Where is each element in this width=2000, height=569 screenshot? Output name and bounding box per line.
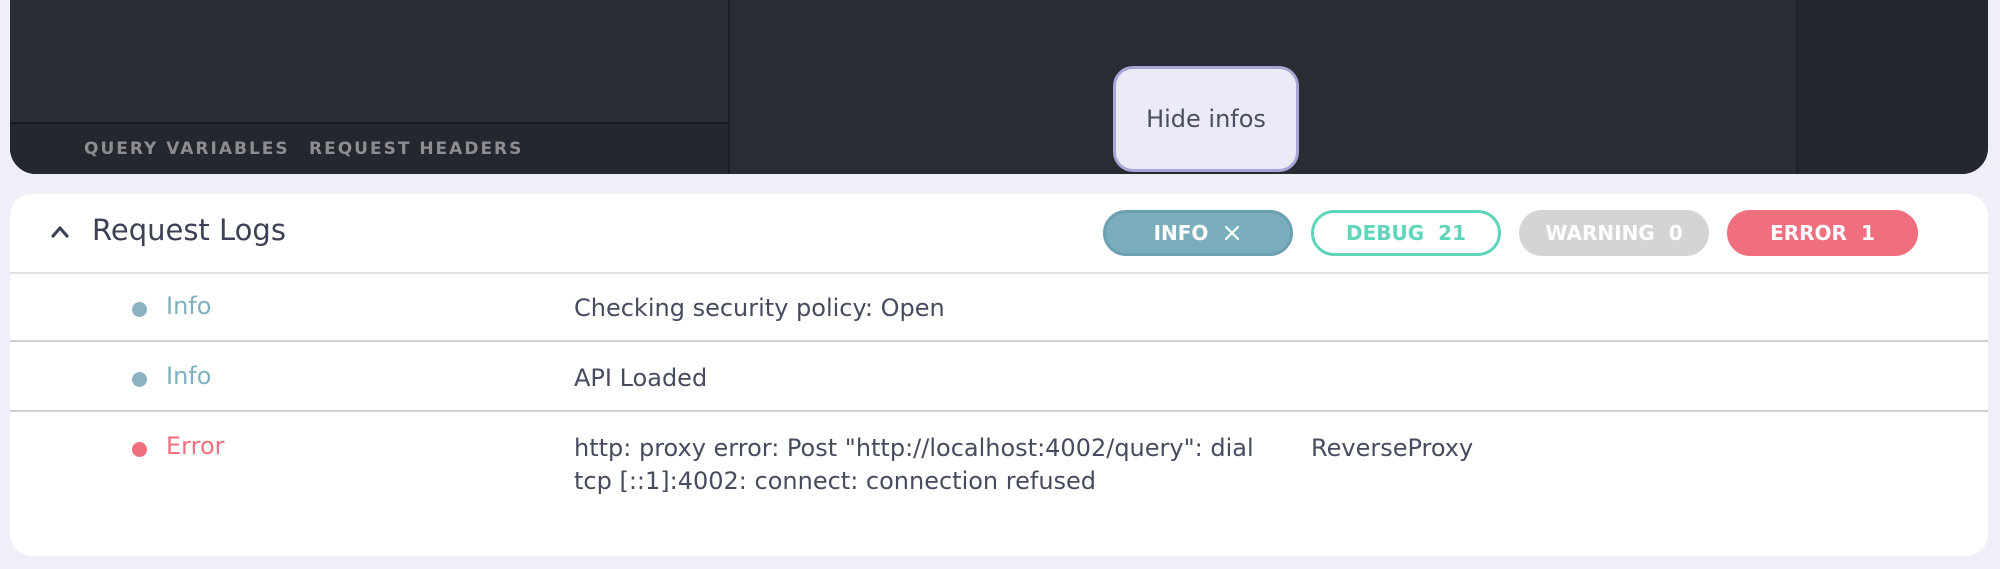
log-row[interactable]: Error http: proxy error: Post "http://lo… xyxy=(10,414,1988,554)
log-level: Info xyxy=(166,362,212,390)
filter-warning-label: WARNING xyxy=(1545,221,1655,245)
tab-query-variables[interactable]: QUERY VARIABLES xyxy=(84,139,290,159)
chevron-up-icon[interactable] xyxy=(42,214,78,250)
query-editor-pane[interactable]: QUERY VARIABLES REQUEST HEADERS xyxy=(10,0,730,174)
filter-warning-button[interactable]: WARNING 0 xyxy=(1519,210,1709,256)
editor-bottom-tabs: QUERY VARIABLES REQUEST HEADERS xyxy=(10,124,728,174)
close-icon[interactable] xyxy=(1222,223,1242,243)
info-dot-icon xyxy=(132,372,147,387)
tab-request-headers[interactable]: REQUEST HEADERS xyxy=(309,139,523,159)
filter-debug-count: 21 xyxy=(1438,221,1466,245)
graphql-editor: QUERY VARIABLES REQUEST HEADERS xyxy=(10,0,1988,174)
filter-warning-count: 0 xyxy=(1668,221,1683,245)
log-source: ReverseProxy xyxy=(1311,434,1474,462)
log-level: Info xyxy=(166,292,212,320)
logs-header: Request Logs INFO DEBUG 21 WARNING 0 ERR… xyxy=(10,194,1988,274)
filter-info-button[interactable]: INFO xyxy=(1103,210,1293,256)
hide-infos-button[interactable]: Hide infos xyxy=(1113,66,1299,172)
log-level: Error xyxy=(166,432,225,460)
filter-error-count: 1 xyxy=(1860,221,1875,245)
log-message: http: proxy error: Post "http://localhos… xyxy=(574,434,1254,495)
logs-title: Request Logs xyxy=(92,213,286,247)
filter-info-label: INFO xyxy=(1153,221,1209,245)
error-dot-icon xyxy=(132,442,147,457)
request-logs-panel: Request Logs INFO DEBUG 21 WARNING 0 ERR… xyxy=(10,194,1988,556)
editor-side-panel xyxy=(1796,0,1988,174)
filter-error-label: ERROR xyxy=(1770,221,1847,245)
log-row[interactable]: Info API Loaded xyxy=(10,344,1988,412)
filter-error-button[interactable]: ERROR 1 xyxy=(1727,210,1918,256)
log-message: Checking security policy: Open xyxy=(574,294,945,322)
log-message: API Loaded xyxy=(574,364,708,392)
info-dot-icon xyxy=(132,302,147,317)
filter-debug-label: DEBUG xyxy=(1345,221,1425,245)
filter-debug-button[interactable]: DEBUG 21 xyxy=(1311,210,1501,256)
log-row[interactable]: Info Checking security policy: Open xyxy=(10,274,1988,342)
